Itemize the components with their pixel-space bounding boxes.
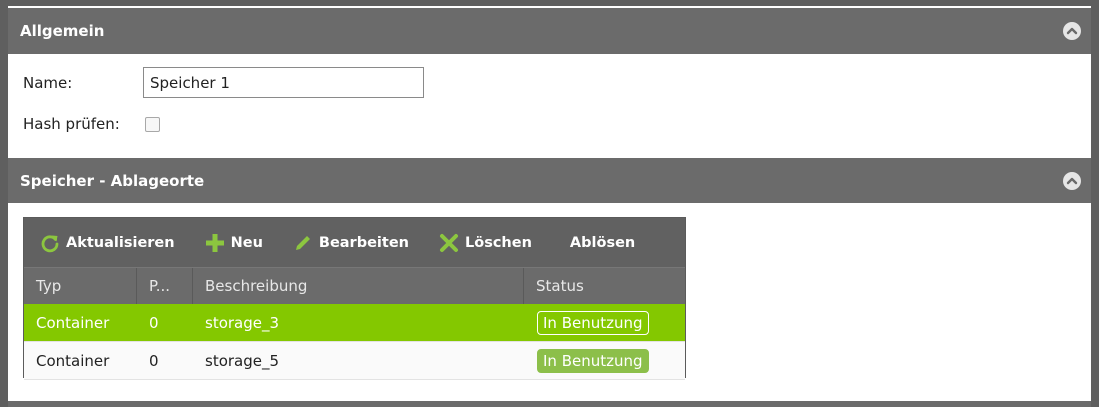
column-header-status[interactable]: Status xyxy=(524,268,685,304)
cell-typ: Container xyxy=(36,351,110,370)
name-label: Name: xyxy=(23,73,73,92)
delete-x-icon xyxy=(440,233,458,252)
hash-checkbox[interactable] xyxy=(145,116,160,132)
new-button[interactable]: Neu xyxy=(205,233,263,253)
column-header-p[interactable]: P... xyxy=(137,268,193,304)
cell-beschreibung: storage_3 xyxy=(205,313,280,332)
cell-status: In Benutzung xyxy=(524,304,685,341)
edit-label: Bearbeiten xyxy=(318,234,409,251)
section-header-general[interactable]: Allgemein xyxy=(8,8,1091,54)
section-title-locations: Speicher - Ablageorte xyxy=(20,171,205,190)
next-section-header[interactable] xyxy=(8,401,1091,407)
refresh-label: Aktualisieren xyxy=(66,234,175,251)
cell-beschreibung: storage_5 xyxy=(205,351,280,370)
name-row: Name: xyxy=(23,67,424,98)
edit-button[interactable]: Bearbeiten xyxy=(293,233,409,253)
cell-p: 0 xyxy=(149,313,159,332)
section-header-locations[interactable]: Speicher - Ablageorte xyxy=(8,158,1091,203)
section-title-general: Allgemein xyxy=(20,22,105,40)
column-header-typ[interactable]: Typ xyxy=(24,268,137,304)
refresh-icon xyxy=(41,234,59,252)
cell-typ: Container xyxy=(36,313,110,332)
delete-label: Löschen xyxy=(465,234,532,251)
new-label: Neu xyxy=(230,234,263,251)
cell-status: In Benutzung xyxy=(524,342,685,379)
status-badge: In Benutzung xyxy=(537,348,649,373)
status-badge: In Benutzung xyxy=(537,310,649,335)
plus-icon xyxy=(205,233,224,252)
column-header-beschreibung[interactable]: Beschreibung xyxy=(193,268,524,304)
pencil-icon xyxy=(295,235,310,250)
table-row[interactable]: Container 0 storage_5 In Benutzung xyxy=(24,342,685,380)
delete-button[interactable]: Löschen xyxy=(439,233,532,253)
grid-toolbar: Aktualisieren Neu Bearbeiten Löschen Abl… xyxy=(24,218,685,268)
cell-p: 0 xyxy=(149,351,159,370)
hash-label: Hash prüfen: xyxy=(23,115,120,133)
table-row[interactable]: Container 0 storage_3 In Benutzung xyxy=(24,304,685,342)
name-input[interactable] xyxy=(143,67,424,98)
hash-row: Hash prüfen: xyxy=(23,115,160,133)
replace-button[interactable]: Ablösen xyxy=(570,235,635,251)
locations-grid: Aktualisieren Neu Bearbeiten Löschen Abl… xyxy=(23,217,686,380)
collapse-up-icon[interactable] xyxy=(1063,22,1081,40)
refresh-button[interactable]: Aktualisieren xyxy=(40,233,175,253)
collapse-up-icon[interactable] xyxy=(1063,172,1081,190)
replace-label: Ablösen xyxy=(569,234,636,251)
grid-header: Typ P... Beschreibung Status xyxy=(24,268,685,304)
